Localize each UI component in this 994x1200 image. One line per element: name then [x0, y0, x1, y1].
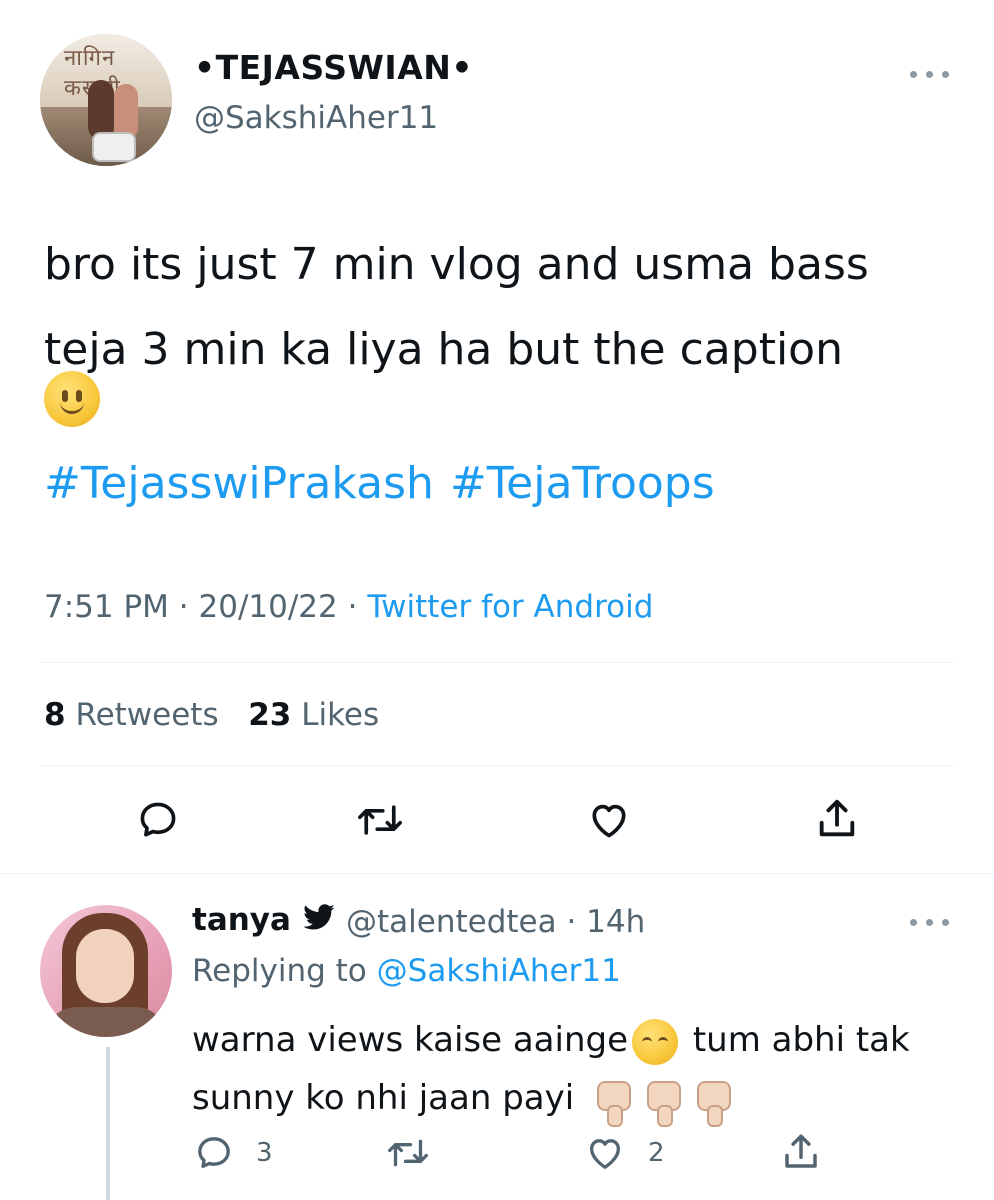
share-icon[interactable] — [780, 1131, 822, 1173]
reply-text-line: warna views kaise aainge tum abhi tak — [192, 1011, 952, 1069]
avatar-scooter — [92, 132, 136, 162]
reply-author-avatar[interactable] — [40, 905, 172, 1037]
retweet-icon[interactable] — [355, 798, 405, 842]
avatar-face — [76, 929, 134, 1003]
reply-handle-time[interactable]: @talentedtea · 14h — [346, 904, 645, 940]
thumbs-down-icon — [639, 1077, 685, 1127]
reply-display-name[interactable]: tanya — [192, 902, 336, 938]
reply-text-part: tum abhi tak — [682, 1020, 910, 1060]
hashtags: #TejasswiPrakash #TejaTroops — [44, 458, 731, 509]
author-display-name[interactable]: •TEJASSWIAN• — [194, 48, 473, 87]
tweet-text: bro its just 7 min vlog and usma bass te… — [44, 222, 954, 392]
divider — [40, 765, 954, 766]
tweet-text-line: teja 3 min ka liya ha but the caption — [44, 324, 843, 375]
reply-count: 3 — [256, 1138, 273, 1168]
more-options-icon[interactable] — [910, 916, 950, 928]
separator-dot: · — [347, 589, 368, 625]
smiling-face-icon — [44, 371, 100, 427]
share-icon[interactable] — [814, 796, 860, 842]
reply-text-line: sunny ko nhi jaan payi — [192, 1069, 952, 1127]
tweet-source-link[interactable]: Twitter for Android — [367, 589, 653, 625]
retweets-stat[interactable]: 8 Retweets — [44, 697, 219, 733]
more-options-icon[interactable] — [910, 68, 950, 80]
tweet-stats: 8 Retweets 23 Likes — [44, 697, 379, 733]
reply-text-part: sunny ko nhi jaan payi — [192, 1078, 575, 1118]
separator-dot: · — [178, 589, 199, 625]
likes-count: 23 — [248, 697, 292, 733]
thread-line — [106, 1047, 110, 1200]
avatar-shoulders — [46, 1007, 166, 1037]
like-icon[interactable] — [586, 798, 632, 842]
likes-label: Likes — [301, 697, 380, 733]
divider — [40, 662, 954, 663]
hashtag-link[interactable]: #TejaTroops — [450, 458, 715, 509]
reply-icon[interactable] — [136, 798, 180, 842]
thumbs-down-icon — [689, 1077, 735, 1127]
retweet-icon[interactable] — [385, 1133, 431, 1173]
pensive-face-icon — [632, 1018, 679, 1065]
twitter-bird-icon — [303, 904, 335, 930]
reply-display-name-text: tanya — [192, 902, 291, 938]
hashtag-link[interactable]: #TejasswiPrakash — [44, 458, 434, 509]
author-handle[interactable]: @SakshiAher11 — [194, 100, 438, 136]
thumbs-down-icon — [589, 1077, 635, 1127]
reply-text-part: warna views kaise aainge — [192, 1020, 629, 1060]
replying-prefix: Replying to — [192, 953, 367, 989]
replying-to: Replying to @SakshiAher11 — [192, 953, 621, 989]
retweets-label: Retweets — [75, 697, 219, 733]
likes-stat[interactable]: 23 Likes — [248, 697, 379, 733]
avatar-figure — [88, 80, 114, 140]
author-avatar[interactable]: नागिन कस्तूरी — [40, 34, 172, 166]
reply-icon[interactable] — [194, 1133, 234, 1173]
tweet-time[interactable]: 7:51 PM — [44, 589, 169, 625]
reply-text: warna views kaise aainge tum abhi tak su… — [192, 1011, 952, 1127]
tweet-text-line: bro its just 7 min vlog and usma bass — [44, 239, 869, 290]
like-icon[interactable] — [584, 1133, 626, 1173]
retweets-count: 8 — [44, 697, 66, 733]
like-count: 2 — [648, 1138, 665, 1168]
divider — [0, 873, 994, 874]
tweet-metadata: 7:51 PM · 20/10/22 · Twitter for Android — [44, 589, 653, 625]
replying-handle-link[interactable]: @SakshiAher11 — [377, 953, 621, 989]
tweet-date[interactable]: 20/10/22 — [199, 589, 338, 625]
